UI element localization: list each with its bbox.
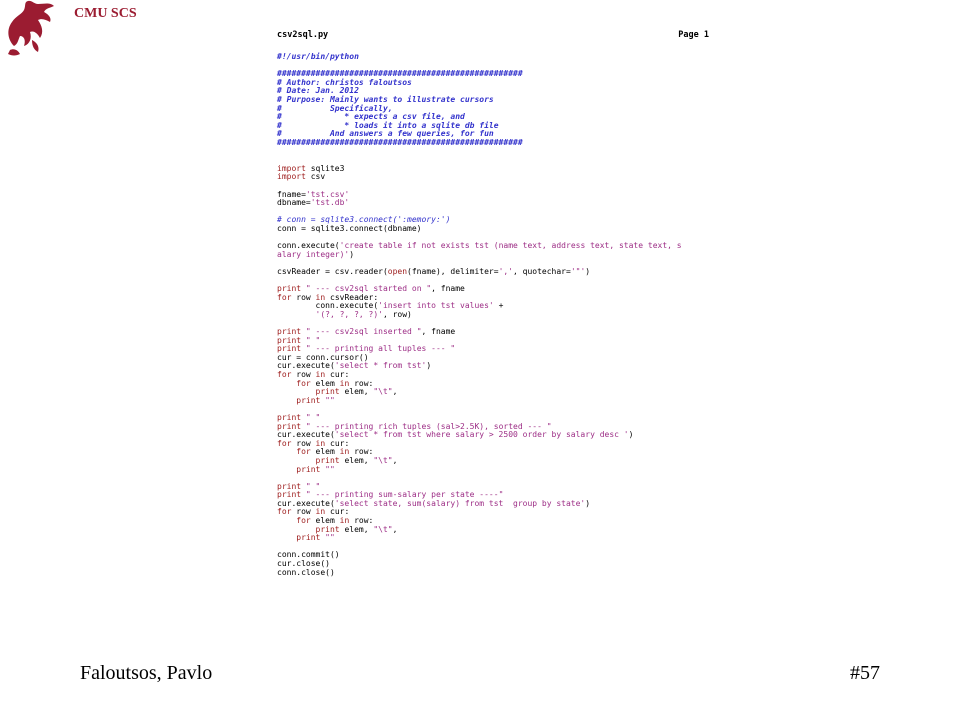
code-token: "": [320, 533, 335, 543]
org-label: CMU SCS: [74, 6, 137, 21]
code-token: ,: [392, 524, 398, 534]
code-token: +: [493, 301, 504, 311]
code-token: , fname: [431, 284, 465, 294]
code-token: 'create table if not exists tst (name te…: [339, 241, 682, 251]
code-token: csvReader = csv.reader(: [277, 266, 388, 276]
code-token: "\t": [373, 387, 393, 397]
code-token: '(?, ?, ?, ?)': [277, 309, 383, 319]
code-line: conn = sqlite3.connect(dbname): [277, 223, 709, 234]
code-token: print: [277, 395, 321, 405]
code-listing: csv2sql.py Page 1 #!/usr/bin/python #####…: [277, 30, 709, 577]
code-line: dbname='tst.db': [277, 198, 709, 208]
code-line: print "": [277, 464, 709, 475]
code-line: print elem, "\t",: [277, 455, 709, 466]
code-token: dbname=: [277, 198, 311, 208]
code-token: ',': [498, 266, 514, 276]
listing-filename: csv2sql.py: [277, 30, 329, 40]
code-line: ########################################…: [277, 137, 709, 148]
code-token: alary integer)': [277, 249, 350, 259]
code-line: print " --- csv2sql inserted ", fname: [277, 327, 709, 337]
listing-header: csv2sql.py Page 1: [277, 30, 709, 40]
code-token: "": [320, 395, 335, 405]
code-line: conn.close(): [277, 567, 709, 578]
code-token: '"': [570, 266, 586, 276]
code-token: "\t": [373, 524, 393, 534]
code-token: import: [277, 172, 306, 182]
code-token: #!/usr/bin/python: [277, 52, 359, 61]
code-line: #!/usr/bin/python: [277, 52, 709, 62]
code-token: elem,: [339, 524, 374, 534]
code-token: print: [277, 464, 321, 474]
footer-authors: Faloutsos, Pavlo: [80, 662, 213, 684]
slide-number: #57: [850, 662, 880, 684]
code-token: ): [628, 430, 634, 440]
code-token: , quotechar=: [513, 266, 571, 276]
code-token: ): [585, 266, 591, 276]
code-token: open: [387, 266, 408, 276]
code-token: elem,: [339, 455, 374, 465]
dragon-icon: [4, 0, 56, 58]
code-line: '(?, ?, ?, ?)', row): [277, 309, 709, 320]
code-line: import csv: [277, 173, 709, 182]
code-line: conn.commit(): [277, 551, 709, 560]
code-line: print elem, "\t",: [277, 524, 709, 535]
code-line: cur.close(): [277, 559, 709, 569]
code-token: elem,: [339, 387, 374, 397]
code-line: import sqlite3: [277, 164, 709, 174]
code-line: print "": [277, 395, 709, 406]
code-token: 'tst.db': [310, 198, 350, 208]
code-token: conn.close(): [277, 567, 335, 577]
code-token: csv: [305, 172, 326, 182]
code-token: , row): [382, 309, 412, 319]
code-token: "": [320, 464, 335, 474]
code-token: (fname), delimiter=: [407, 266, 499, 276]
code-line: print elem, "\t",: [277, 387, 709, 397]
code-token: ): [426, 361, 432, 371]
code-line: print "": [277, 533, 709, 543]
code-line: alary integer)'): [277, 249, 709, 260]
code-token: 'select * from tst where salary > 2500 o…: [334, 430, 629, 440]
code-token: , fname: [421, 327, 456, 336]
listing-page-label: Page 1: [678, 30, 709, 40]
code-token: 'select state, sum(salary) from tst grou…: [334, 498, 586, 508]
code-token: ): [585, 498, 591, 508]
code-token: "\t": [373, 455, 393, 465]
code-token: conn = sqlite3.connect(dbname): [277, 223, 422, 233]
code-line: csvReader = csv.reader(open(fname), deli…: [277, 266, 709, 277]
code-body: #!/usr/bin/python #######################…: [277, 52, 709, 578]
code-token: ########################################…: [277, 137, 523, 147]
code-token: ,: [392, 387, 398, 397]
code-token: print: [277, 533, 321, 543]
code-token: ): [349, 249, 355, 259]
code-token: ,: [392, 455, 398, 465]
